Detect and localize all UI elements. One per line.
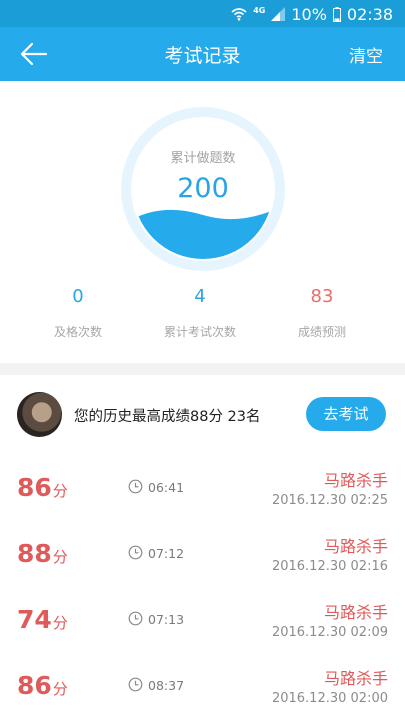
app-bar: 考试记录 清空: [0, 27, 405, 81]
record-duration: 06:41: [148, 480, 185, 495]
status-bar: 4G 10% 02:38: [0, 0, 405, 27]
clear-button[interactable]: 清空: [349, 42, 383, 67]
record-score: 86分: [17, 473, 68, 502]
clock-time: 02:38: [346, 4, 393, 24]
record-date: 2016.12.30 02:09: [271, 625, 388, 640]
score-unit: 分: [52, 614, 68, 632]
signal-icon: [271, 7, 286, 21]
stat-value: 0: [72, 286, 84, 307]
stat-label: 及格次数: [53, 325, 102, 339]
wifi-icon: [231, 7, 247, 21]
record-row[interactable]: 86分 06:41 马路杀手 2016.12.30 02:25: [0, 455, 405, 521]
status-icons: 4G 10% 02:38: [231, 4, 393, 24]
best-score-text: 您的历史最高成绩88分 23名: [74, 409, 261, 425]
stat-value: 83: [310, 286, 334, 307]
record-username: 马路杀手: [323, 537, 388, 556]
record-date: 2016.12.30 02:25: [271, 493, 388, 508]
score-value: 74: [17, 605, 52, 634]
stat-value: 4: [194, 286, 206, 307]
record-username: 马路杀手: [323, 603, 388, 622]
record-username: 马路杀手: [323, 471, 388, 490]
network-type: 4G: [253, 5, 266, 15]
stat-label: 累计考试次数: [163, 325, 236, 339]
stat-label: 成绩预测: [297, 325, 346, 339]
record-duration: 07:12: [148, 546, 185, 561]
score-value: 86: [17, 671, 52, 700]
clock-icon: [128, 677, 143, 692]
record-score: 88分: [17, 539, 68, 568]
record-score: 86分: [17, 671, 68, 700]
record-duration: 08:37: [148, 678, 185, 693]
record-row[interactable]: 74分 07:13 马路杀手 2016.12.30 02:09: [0, 587, 405, 653]
take-exam-button[interactable]: 去考试: [306, 397, 386, 431]
record-date: 2016.12.30 02:16: [271, 559, 388, 574]
score-unit: 分: [52, 680, 68, 698]
avatar[interactable]: [17, 392, 62, 437]
record-username: 马路杀手: [323, 669, 388, 688]
exam-record-list: 86分 06:41 马路杀手 2016.12.30 02:25 88分 07:1…: [0, 455, 405, 719]
clock-icon: [128, 545, 143, 560]
stat-pass-count: 0 及格次数: [18, 286, 138, 340]
record-row[interactable]: 88分 07:12 马路杀手 2016.12.30 02:16: [0, 521, 405, 587]
score-value: 86: [17, 473, 52, 502]
record-date: 2016.12.30 02:00: [271, 691, 388, 706]
page-title: 考试记录: [164, 45, 241, 67]
clock-icon: [128, 479, 143, 494]
record-row[interactable]: 86分 08:37 马路杀手 2016.12.30 02:00: [0, 653, 405, 719]
gauge-value: 200: [177, 173, 229, 204]
score-value: 88: [17, 539, 52, 568]
record-duration: 07:13: [148, 612, 185, 627]
gauge-label: 累计做题数: [170, 151, 236, 166]
score-unit: 分: [52, 548, 68, 566]
summary-card: 累计做题数 200 0 及格次数 4 累计考试次数 83 成绩预测: [0, 81, 405, 363]
clock-icon: [128, 611, 143, 626]
best-score-row: 您的历史最高成绩88分 23名 去考试: [0, 375, 405, 455]
score-unit: 分: [52, 482, 68, 500]
battery-icon: [332, 6, 341, 22]
stat-score-prediction: 83 成绩预测: [262, 286, 382, 340]
section-divider: [0, 363, 405, 375]
stat-exam-count: 4 累计考试次数: [140, 286, 260, 340]
record-score: 74分: [17, 605, 68, 634]
questions-gauge: 累计做题数 200: [121, 107, 285, 271]
battery-percent: 10%: [291, 4, 327, 24]
